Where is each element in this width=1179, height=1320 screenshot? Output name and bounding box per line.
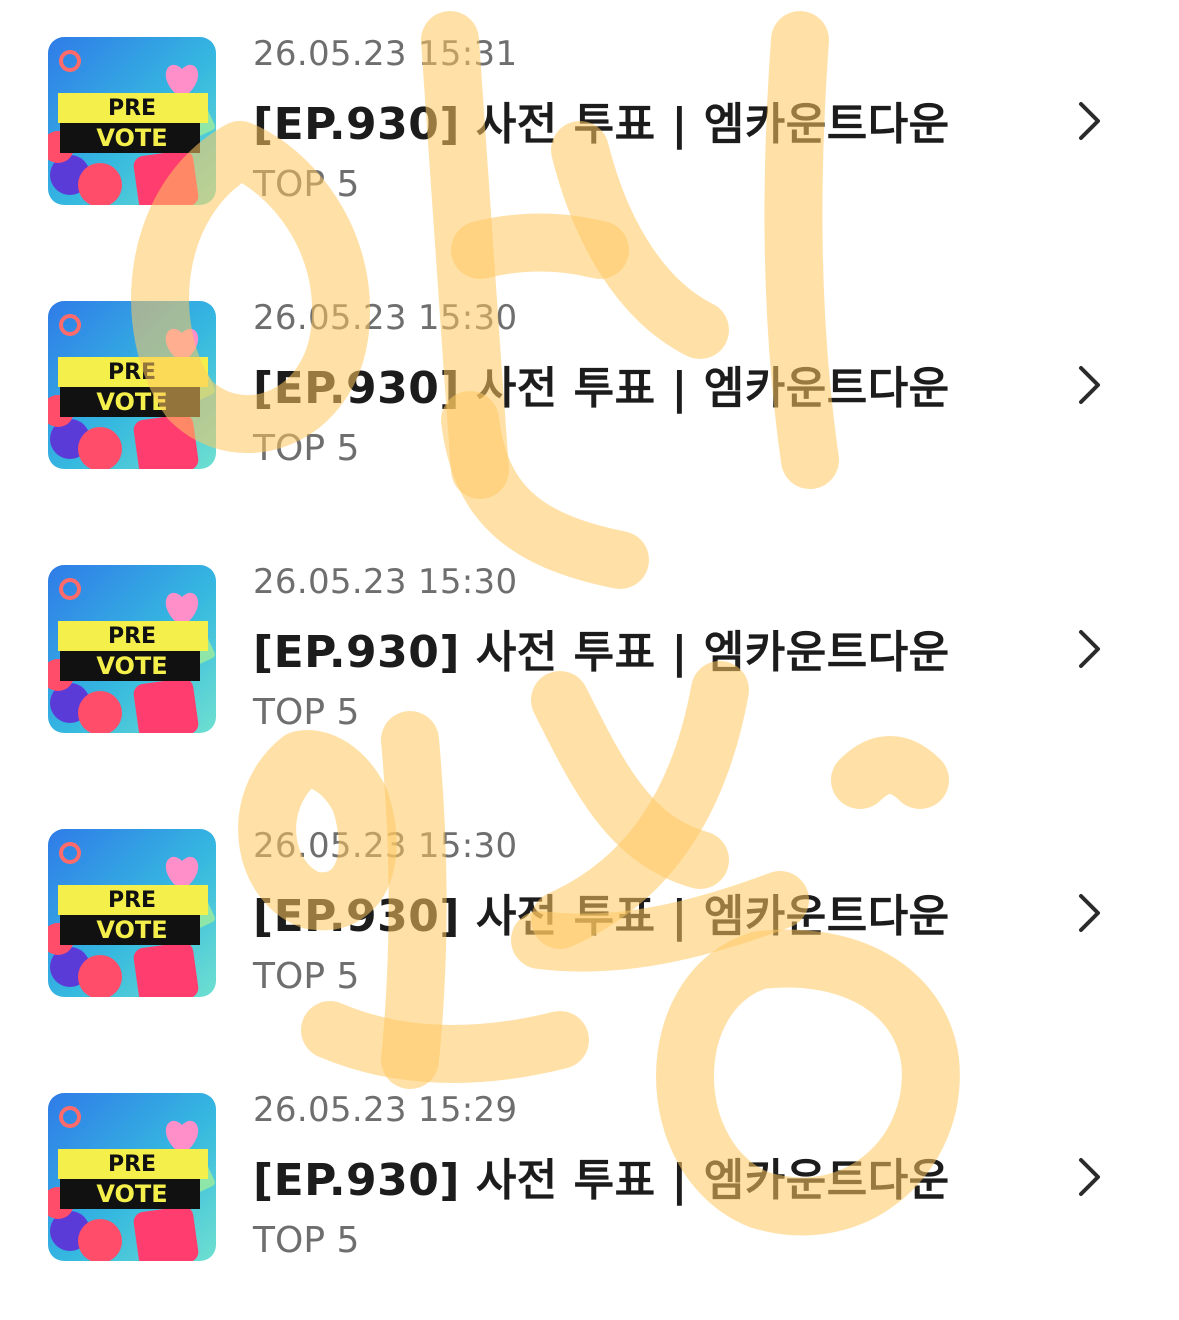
list-item[interactable]: PRE VOTE 26.05.23 15:31 [EP.930] 사전 투표 |… — [0, 0, 1179, 264]
thumbnail-pre-label: PRE — [108, 360, 156, 385]
chevron-right-icon[interactable] — [1072, 628, 1106, 670]
vote-timestamp: 26.05.23 15:31 — [253, 34, 518, 74]
vote-title: [EP.930] 사전 투표 | 엠카운트다운 — [253, 1155, 950, 1206]
thumbnail-vote-label: VOTE — [96, 388, 167, 416]
list-item[interactable]: PRE VOTE 26.05.23 15:30 [EP.930] 사전 투표 |… — [0, 264, 1179, 528]
chevron-right-icon[interactable] — [1072, 1156, 1106, 1198]
thumbnail-vote-label: VOTE — [96, 124, 167, 152]
vote-title: [EP.930] 사전 투표 | 엠카운트다운 — [253, 891, 950, 942]
vote-title: [EP.930] 사전 투표 | 엠카운트다운 — [253, 363, 950, 414]
pre-vote-thumbnail: PRE VOTE — [48, 829, 216, 997]
vote-subtitle: TOP 5 — [253, 428, 360, 469]
thumbnail-pre-label: PRE — [108, 96, 156, 121]
vote-timestamp: 26.05.23 15:30 — [253, 562, 518, 602]
thumbnail-pre-label: PRE — [108, 624, 156, 649]
pre-vote-thumbnail: PRE VOTE — [48, 565, 216, 733]
vote-subtitle: TOP 5 — [253, 956, 360, 997]
list-item[interactable]: PRE VOTE 26.05.23 15:30 [EP.930] 사전 투표 |… — [0, 528, 1179, 792]
pre-vote-thumbnail: PRE VOTE — [48, 37, 216, 205]
thumbnail-vote-label: VOTE — [96, 916, 167, 944]
list-item[interactable]: PRE VOTE 26.05.23 15:29 [EP.930] 사전 투표 |… — [0, 1056, 1179, 1320]
chevron-right-icon[interactable] — [1072, 100, 1106, 142]
vote-subtitle: TOP 5 — [253, 164, 360, 205]
vote-timestamp: 26.05.23 15:30 — [253, 826, 518, 866]
pre-vote-thumbnail: PRE VOTE — [48, 301, 216, 469]
vote-timestamp: 26.05.23 15:29 — [253, 1090, 518, 1130]
vote-subtitle: TOP 5 — [253, 1220, 360, 1261]
vote-history-list: PRE VOTE 26.05.23 15:31 [EP.930] 사전 투표 |… — [0, 0, 1179, 1297]
vote-subtitle: TOP 5 — [253, 692, 360, 733]
list-item[interactable]: PRE VOTE 26.05.23 15:30 [EP.930] 사전 투표 |… — [0, 792, 1179, 1056]
vote-title: [EP.930] 사전 투표 | 엠카운트다운 — [253, 627, 950, 678]
thumbnail-pre-label: PRE — [108, 888, 156, 913]
thumbnail-vote-label: VOTE — [96, 1180, 167, 1208]
thumbnail-vote-label: VOTE — [96, 652, 167, 680]
thumbnail-pre-label: PRE — [108, 1152, 156, 1177]
chevron-right-icon[interactable] — [1072, 892, 1106, 934]
vote-title: [EP.930] 사전 투표 | 엠카운트다운 — [253, 99, 950, 150]
pre-vote-thumbnail: PRE VOTE — [48, 1093, 216, 1261]
chevron-right-icon[interactable] — [1072, 364, 1106, 406]
vote-timestamp: 26.05.23 15:30 — [253, 298, 518, 338]
